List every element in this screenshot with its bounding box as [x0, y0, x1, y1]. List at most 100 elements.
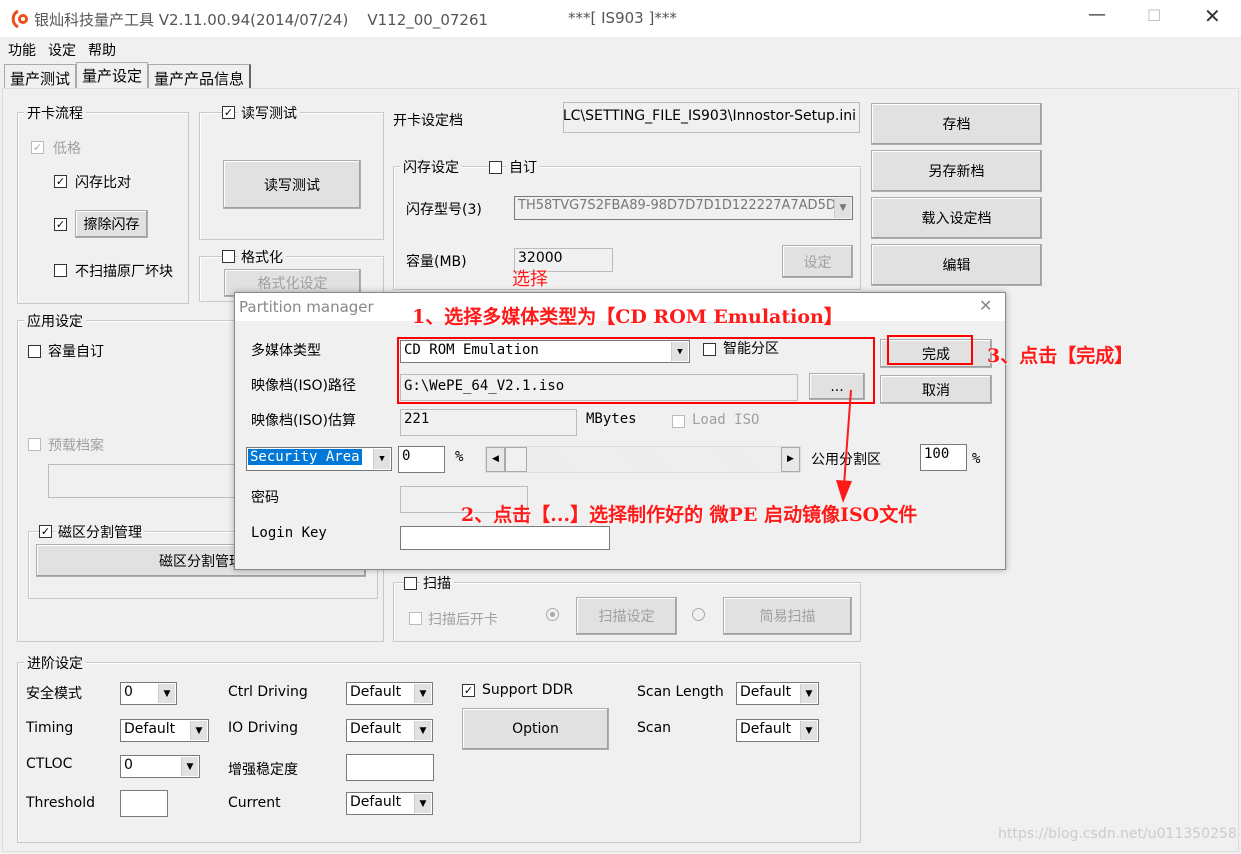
cancel-button[interactable]: 取消 [880, 375, 992, 404]
open-after-scan-checkbox[interactable] [409, 612, 422, 625]
group-title: 闪存设定 [400, 157, 462, 177]
chevron-down-icon: ▼ [414, 721, 431, 740]
flash-model-label: 闪存型号(3) [406, 202, 482, 218]
no-scan-bad-label: 不扫描原厂坏块 [75, 264, 173, 280]
threshold-input[interactable] [120, 790, 168, 817]
area-percent-input[interactable]: 0 [398, 446, 445, 473]
iso-size-label: 映像档(ISO)估算 [251, 413, 356, 429]
tab-mp-settings[interactable]: 量产设定 [76, 62, 149, 88]
ctloc-select[interactable]: 0 ▼ [120, 755, 200, 778]
card-flow-group: 开卡流程 ✓ 低格 ✓ 闪存比对 ✓ 擦除闪存 不扫描原厂坏块 [17, 103, 189, 304]
flash-settings-group: 闪存设定 自订 闪存型号(3) TH58TVG7S2FBA89-98D7D7D1… [393, 157, 861, 290]
chevron-down-icon: ▼ [373, 449, 390, 469]
iso-size-input[interactable]: 221 [400, 409, 577, 436]
area-select[interactable]: Security Area ▼ [246, 447, 392, 471]
scan-length-select[interactable]: Default ▼ [736, 682, 819, 705]
group-title: 进阶设定 [24, 653, 86, 673]
group-title: 读写测试 [238, 103, 300, 123]
setting-file-input[interactable]: SLC\SETTING_FILE_IS903\Innostor-Setup.in… [563, 102, 860, 133]
save-as-button[interactable]: 另存新档 [871, 150, 1042, 192]
flash-custom-checkbox[interactable] [489, 161, 502, 174]
menu-settings[interactable]: 设定 [48, 40, 76, 60]
tab-mp-test[interactable]: 量产测试 [4, 64, 77, 88]
ctrl-driving-label: Ctrl Driving [228, 684, 308, 700]
app-logo-icon [10, 9, 30, 29]
custom-capacity-checkbox[interactable] [28, 345, 41, 358]
chevron-down-icon: ▼ [800, 721, 817, 740]
preload-input[interactable] [48, 464, 248, 498]
save-button[interactable]: 存档 [871, 103, 1042, 145]
tab-product-info[interactable]: 量产产品信息 [148, 64, 252, 88]
support-ddr-checkbox[interactable]: ✓ [462, 684, 475, 697]
chevron-down-icon: ▼ [190, 721, 207, 740]
current-select[interactable]: Default ▼ [346, 792, 433, 815]
low-format-checkbox[interactable]: ✓ [31, 141, 44, 154]
flash-set-button[interactable]: 设定 [782, 245, 853, 278]
scan-checkbox[interactable] [404, 577, 417, 590]
slider-thumb[interactable] [505, 447, 527, 472]
load-iso-label: Load ISO [692, 412, 760, 428]
load-settings-button[interactable]: 载入设定档 [871, 197, 1042, 239]
low-format-label: 低格 [53, 141, 81, 157]
watermark: https://blog.csdn.net/u011350258 [998, 826, 1237, 842]
media-type-label: 多媒体类型 [251, 343, 321, 359]
chevron-down-icon: ▼ [181, 757, 198, 776]
edit-button[interactable]: 编辑 [871, 244, 1042, 286]
password-label: 密码 [251, 490, 279, 506]
chevron-down-icon: ▼ [834, 198, 851, 218]
login-key-input[interactable] [400, 526, 610, 550]
scroll-right-icon[interactable]: ▶ [781, 447, 800, 472]
menu-function[interactable]: 功能 [8, 40, 36, 60]
dialog-close-button[interactable]: ✕ [979, 296, 992, 315]
scan-select[interactable]: Default ▼ [736, 719, 819, 742]
iso-path-label: 映像档(ISO)路径 [251, 378, 356, 394]
ctrl-driving-select[interactable]: Default ▼ [346, 682, 433, 705]
group-title: 磁区分割管理 [55, 522, 145, 542]
flash-model-select[interactable]: TH58TVG7S2FBA89-98D7D7D1D122227A7AD5D ▼ [514, 196, 853, 220]
chevron-down-icon: ▼ [800, 684, 817, 703]
flash-compare-label: 闪存比对 [75, 175, 131, 191]
flash-compare-checkbox[interactable]: ✓ [54, 175, 67, 188]
quick-scan-button[interactable]: 简易扫描 [723, 597, 852, 635]
rw-test-button[interactable]: 读写测试 [223, 160, 361, 209]
partition-slider[interactable]: ◀ ▶ [485, 446, 801, 473]
group-title: 扫描 [420, 573, 454, 593]
scan-group: 扫描 扫描后开卡 扫描设定 简易扫描 [393, 573, 861, 642]
annotation-step3: 3、点击【完成】 [987, 345, 1134, 367]
format-checkbox[interactable] [222, 250, 235, 263]
minimize-button[interactable]: — [1088, 4, 1106, 25]
io-driving-select[interactable]: Default ▼ [346, 719, 433, 742]
percent-label: % [972, 451, 981, 467]
public-percent-input[interactable]: 100 [920, 444, 967, 471]
scan-length-label: Scan Length [637, 684, 724, 700]
rw-test-group: ✓ 读写测试 读写测试 [199, 103, 384, 240]
stability-input[interactable] [346, 754, 434, 781]
window-title: 银灿科技量产工具 V2.11.00.94(2014/07/24) V112_00… [34, 11, 489, 29]
partition-checkbox[interactable]: ✓ [39, 525, 52, 538]
safe-mode-select[interactable]: 0 ▼ [120, 682, 177, 705]
group-title: 开卡流程 [24, 103, 86, 123]
timing-select[interactable]: Default ▼ [120, 719, 209, 742]
open-after-scan-label: 扫描后开卡 [428, 612, 498, 628]
preload-label: 预载档案 [48, 438, 104, 454]
threshold-label: Threshold [26, 795, 95, 811]
annotation-arrow-icon [836, 389, 852, 503]
menu-help[interactable]: 帮助 [88, 40, 116, 60]
annotation-step1: 1、选择多媒体类型为【CD ROM Emulation】 [412, 306, 843, 328]
no-scan-bad-checkbox[interactable] [54, 264, 67, 277]
rw-test-checkbox[interactable]: ✓ [222, 106, 235, 119]
erase-flash-button[interactable]: 擦除闪存 [75, 210, 148, 238]
scroll-left-icon[interactable]: ◀ [486, 447, 505, 472]
option-button[interactable]: Option [462, 708, 609, 750]
mbytes-label: MBytes [586, 411, 637, 427]
maximize-button[interactable]: ☐ [1147, 6, 1161, 25]
scan-settings-radio[interactable] [546, 608, 559, 621]
preload-checkbox[interactable] [28, 438, 41, 451]
scan-settings-button[interactable]: 扫描设定 [576, 597, 677, 635]
quick-scan-radio[interactable] [692, 608, 705, 621]
close-button[interactable]: ✕ [1204, 4, 1221, 28]
erase-flash-checkbox[interactable]: ✓ [54, 218, 67, 231]
load-iso-checkbox[interactable] [672, 415, 685, 428]
tab-strip: 量产测试 量产设定 量产产品信息 [4, 62, 252, 88]
custom-capacity-label: 容量自订 [48, 344, 104, 360]
